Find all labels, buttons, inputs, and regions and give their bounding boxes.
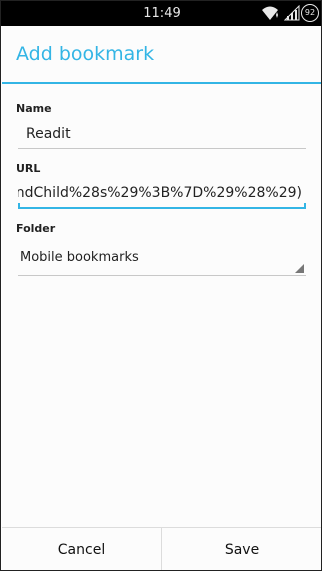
wifi-icon bbox=[262, 6, 278, 20]
url-input-value: ndChild%28s%29%3B%7D%29%28%29) bbox=[18, 185, 302, 201]
url-input-focus-line bbox=[18, 207, 306, 209]
button-bar: Cancel Save bbox=[2, 527, 321, 570]
name-input[interactable]: Readit bbox=[26, 126, 71, 142]
folder-selected-value: Mobile bookmarks bbox=[20, 250, 139, 265]
dialog-title: Add bookmark bbox=[16, 43, 155, 65]
folder-spinner[interactable]: Mobile bookmarks bbox=[18, 240, 306, 276]
screen: 11:49 92 Add bookmark Name Readit URL nd… bbox=[0, 0, 322, 571]
signal-icon bbox=[284, 5, 300, 21]
name-input-underline bbox=[18, 148, 306, 149]
add-bookmark-dialog: Add bookmark Name Readit URL ndChild%28s… bbox=[2, 26, 321, 570]
url-input[interactable]: ndChild%28s%29%3B%7D%29%28%29) bbox=[18, 179, 306, 209]
url-input-focus-edge-right bbox=[304, 203, 306, 209]
title-divider bbox=[2, 82, 321, 84]
status-bar: 11:49 92 bbox=[1, 1, 321, 26]
url-label: URL bbox=[16, 162, 41, 175]
folder-spinner-underline bbox=[18, 275, 306, 276]
save-button[interactable]: Save bbox=[162, 528, 321, 570]
name-label: Name bbox=[16, 102, 52, 115]
battery-icon: 92 bbox=[301, 4, 319, 22]
folder-label: Folder bbox=[16, 222, 56, 235]
spinner-corner-icon bbox=[295, 264, 304, 273]
cancel-button[interactable]: Cancel bbox=[2, 528, 162, 570]
url-input-focus-edge-left bbox=[18, 203, 20, 209]
